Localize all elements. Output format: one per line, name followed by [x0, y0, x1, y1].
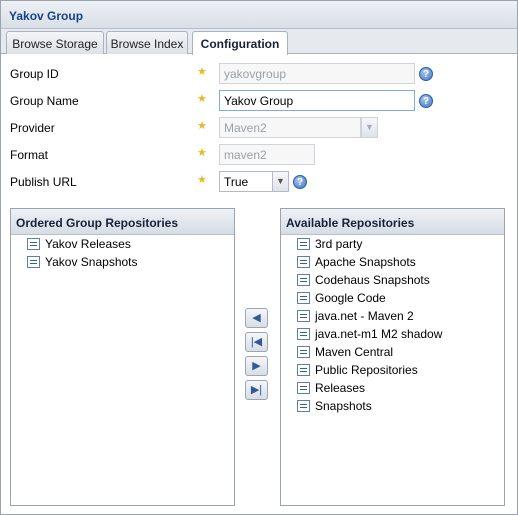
group-id-field	[219, 63, 415, 84]
required-star-icon: ★	[197, 147, 207, 159]
publish-url-row: Publish URL ★ ▼ ?	[1, 171, 517, 195]
list-item[interactable]: Releases	[281, 379, 504, 397]
list-item-label: Snapshots	[315, 399, 372, 413]
format-row: Format ★	[1, 144, 517, 168]
ordered-repositories-panel: Ordered Group Repositories Yakov Release…	[10, 208, 235, 506]
list-item-label: Yakov Releases	[45, 237, 131, 251]
group-name-row: Group Name ★ ?	[1, 90, 517, 114]
repository-icon	[297, 346, 310, 358]
list-item[interactable]: 3rd party	[281, 235, 504, 253]
format-label: Format	[10, 148, 49, 162]
available-repositories-list[interactable]: 3rd party Apache Snapshots Codehaus Snapsh…	[281, 235, 504, 415]
repository-icon	[297, 256, 310, 268]
available-repositories-header: Available Repositories	[281, 209, 504, 235]
required-star-icon: ★	[197, 174, 207, 186]
ordered-repositories-header: Ordered Group Repositories	[11, 209, 234, 235]
remove-all-button[interactable]: ▶|	[245, 380, 268, 400]
required-star-icon: ★	[197, 66, 207, 78]
list-item[interactable]: Yakov Snapshots	[11, 253, 234, 271]
list-item[interactable]: java.net-m1 M2 shadow	[281, 325, 504, 343]
tab-configuration[interactable]: Configuration	[192, 31, 288, 55]
list-item-label: Releases	[315, 381, 366, 395]
list-item-label: Public Repositories	[315, 363, 418, 377]
repository-icon	[297, 364, 310, 376]
required-star-icon: ★	[197, 120, 207, 132]
group-id-row: Group ID ★ ?	[1, 63, 517, 87]
list-item-label: java.net - Maven 2	[315, 309, 414, 323]
chevron-down-icon[interactable]: ▼	[272, 171, 289, 192]
repository-icon	[297, 274, 310, 286]
ordered-repositories-list[interactable]: Yakov Releases Yakov Snapshots	[11, 235, 234, 271]
list-item[interactable]: java.net - Maven 2	[281, 307, 504, 325]
list-item-label: Google Code	[315, 291, 386, 305]
panel-title: Yakov Group	[1, 1, 517, 29]
list-item-label: Apache Snapshots	[315, 255, 416, 269]
publish-url-select[interactable]	[219, 171, 273, 192]
list-item-label: Yakov Snapshots	[45, 255, 138, 269]
repository-icon	[297, 328, 310, 340]
repository-icon	[297, 382, 310, 394]
list-item[interactable]: Google Code	[281, 289, 504, 307]
list-item[interactable]: Apache Snapshots	[281, 253, 504, 271]
group-name-label: Group Name	[10, 94, 79, 108]
tab-browse-storage[interactable]: Browse Storage	[6, 31, 104, 54]
group-name-field[interactable]	[219, 90, 415, 111]
repository-icon	[27, 238, 40, 250]
help-icon[interactable]: ?	[419, 94, 433, 108]
help-icon[interactable]: ?	[419, 67, 433, 81]
list-item-label: Maven Central	[315, 345, 394, 359]
add-all-button[interactable]: |◀	[245, 332, 268, 352]
configuration-form: Group ID ★ ? Group Name ★ ? Provider ★ ▼…	[1, 55, 517, 205]
arrow-left-icon: ◀	[252, 312, 261, 324]
publish-url-label: Publish URL	[10, 175, 77, 189]
list-item-label: 3rd party	[315, 237, 363, 251]
list-item-label: java.net-m1 M2 shadow	[315, 327, 443, 341]
provider-row: Provider ★ ▼	[1, 117, 517, 141]
repository-icon	[27, 256, 40, 268]
list-item[interactable]: Codehaus Snapshots	[281, 271, 504, 289]
repository-icon	[297, 292, 310, 304]
repository-icon	[297, 310, 310, 322]
arrow-left-end-icon: |◀	[250, 336, 263, 348]
list-item[interactable]: Snapshots	[281, 397, 504, 415]
repository-icon	[297, 400, 310, 412]
arrow-right-icon: ▶	[252, 360, 261, 372]
group-id-label: Group ID	[10, 67, 59, 81]
add-button[interactable]: ◀	[245, 308, 268, 328]
tab-browse-index[interactable]: Browse Index	[106, 31, 188, 54]
list-item[interactable]: Public Repositories	[281, 361, 504, 379]
tab-strip: Browse Storage Browse Index Configuratio…	[1, 29, 517, 55]
list-item[interactable]: Maven Central	[281, 343, 504, 361]
group-config-panel: Yakov Group Browse Storage Browse Index …	[0, 0, 518, 515]
format-field	[219, 144, 315, 165]
chevron-down-icon: ▼	[361, 117, 378, 138]
help-icon[interactable]: ?	[293, 175, 307, 189]
remove-button[interactable]: ▶	[245, 356, 268, 376]
available-repositories-panel: Available Repositories 3rd party Apache S…	[280, 208, 505, 506]
list-item-label: Codehaus Snapshots	[315, 273, 430, 287]
arrow-right-end-icon: ▶|	[250, 384, 263, 396]
required-star-icon: ★	[197, 93, 207, 105]
list-item[interactable]: Yakov Releases	[11, 235, 234, 253]
provider-select	[219, 117, 361, 138]
provider-label: Provider	[10, 121, 55, 135]
repository-icon	[297, 238, 310, 250]
